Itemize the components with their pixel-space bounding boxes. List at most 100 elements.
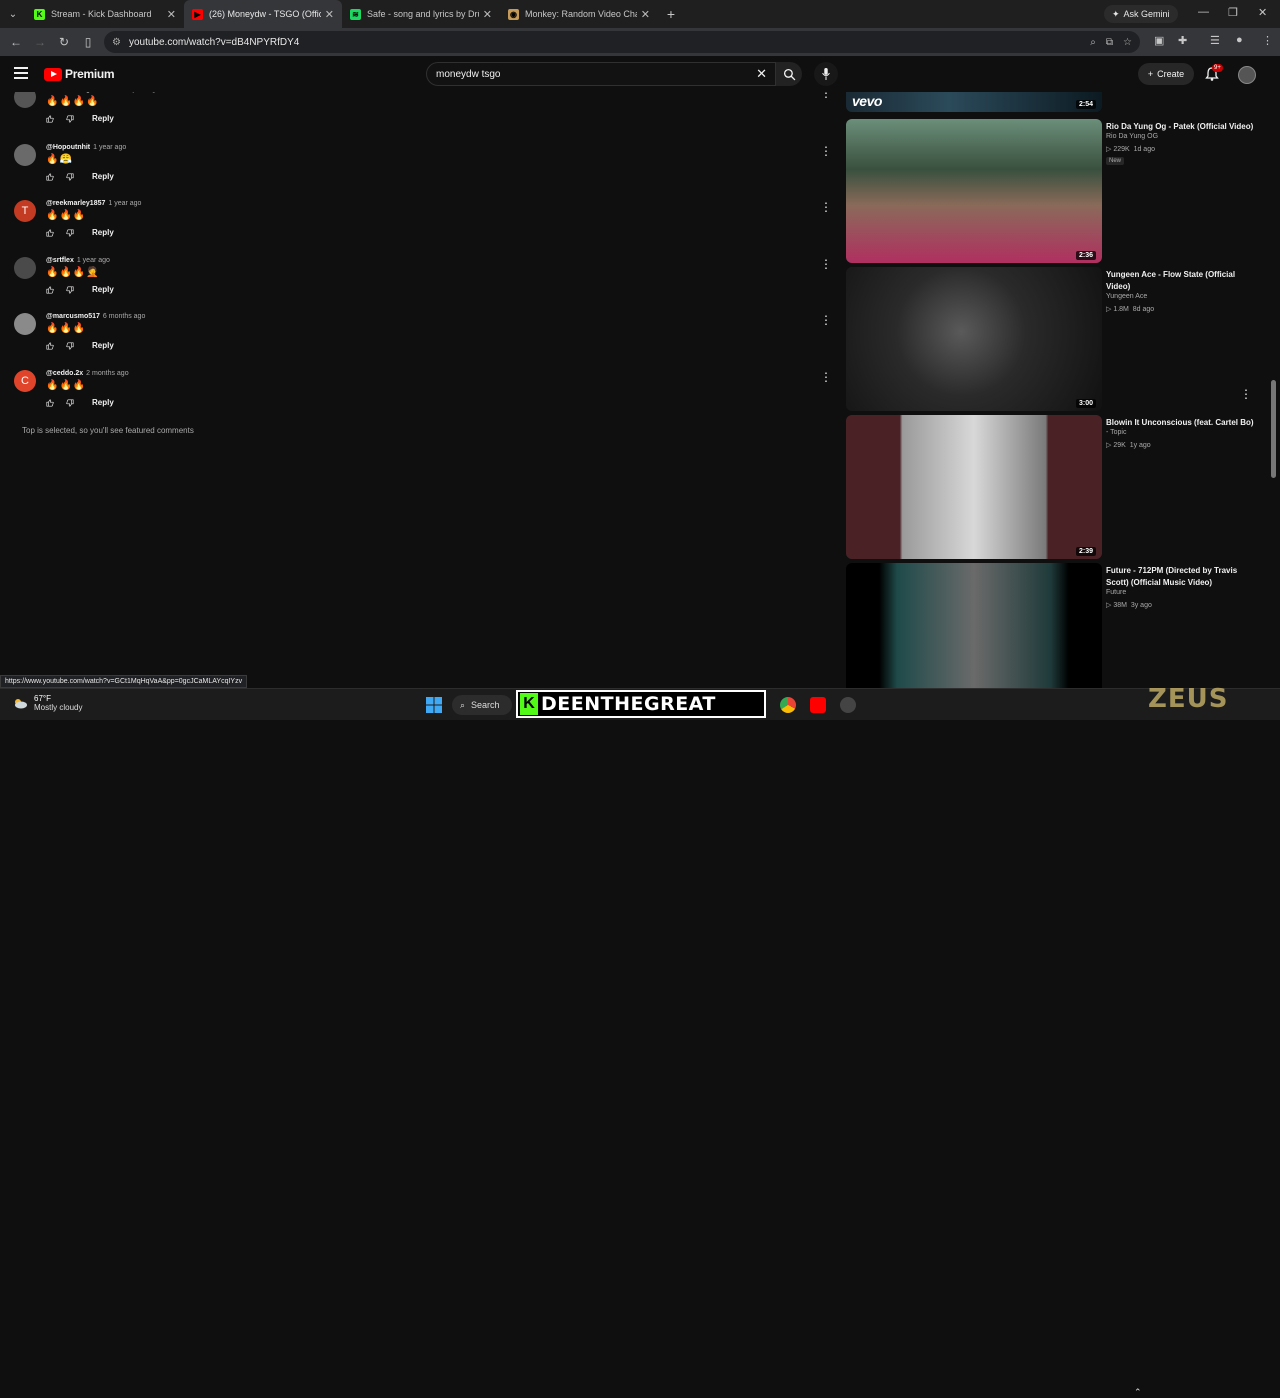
scrollbar-thumb[interactable] [1271,380,1276,478]
channel-name[interactable]: Future [1106,589,1126,596]
commenter-handle[interactable]: @srtflex [46,257,74,264]
close-tab-icon[interactable]: ✕ [641,8,650,21]
app-icon[interactable] [840,697,856,713]
youtube-app-icon[interactable] [810,697,826,713]
bookmark-star-icon[interactable]: ☆ [1123,37,1132,48]
comment-time[interactable]: 1 year ago [77,257,110,264]
related-video-item[interactable]: 2:39 Blowin It Unconscious (feat. Cartel … [846,415,1266,559]
comment-more-icon[interactable]: ⋮ [820,370,832,384]
extensions-puzzle-icon[interactable]: ✚ [1178,34,1187,47]
commenter-handle[interactable]: @marcusmo517 [46,313,100,320]
like-icon[interactable] [46,172,54,181]
page-scrollbar[interactable] [1270,60,1276,686]
video-thumbnail[interactable]: 2:39 [846,415,1102,559]
media-control-icon[interactable]: ☰ [1210,34,1220,47]
clear-search-icon[interactable]: ✕ [756,66,767,82]
create-button[interactable]: + Create [1138,63,1194,85]
commenter-avatar[interactable] [14,144,36,166]
like-icon[interactable] [46,398,54,407]
minimize-icon[interactable]: — [1198,6,1209,18]
channel-name[interactable]: Rio Da Yung OG [1106,133,1158,140]
close-tab-icon[interactable]: ✕ [483,8,492,21]
site-info-icon[interactable]: ⚙ [112,37,121,48]
commenter-handle[interactable]: @networkingthestreets [46,92,124,93]
restore-icon[interactable]: ❐ [1228,6,1238,19]
close-window-icon[interactable]: ✕ [1258,6,1267,19]
chrome-menu-icon[interactable]: ⋮ [1262,34,1273,47]
commenter-handle[interactable]: @ceddo.2x [46,370,83,377]
search-input[interactable]: moneydw tsgo ✕ [426,62,776,86]
reply-button[interactable]: Reply [92,114,114,123]
comment-more-icon[interactable]: ⋮ [820,200,832,214]
reply-button[interactable]: Reply [92,228,114,237]
video-more-icon[interactable]: ⋮ [1240,387,1252,401]
forward-icon[interactable]: → [28,35,52,49]
new-tab-button[interactable]: + [658,6,684,22]
browser-tab[interactable]: ◉ Monkey: Random Video Chat ✕ [500,0,658,28]
like-icon[interactable] [46,114,54,123]
reply-button[interactable]: Reply [92,172,114,181]
guide-menu-icon[interactable] [14,67,28,79]
video-title[interactable]: Blowin It Unconscious (feat. Cartel Bo) [1106,417,1258,429]
split-view-icon[interactable]: ▯ [76,35,100,49]
channel-name[interactable]: Yungeen Ace [1106,293,1147,300]
dislike-icon[interactable] [66,398,74,407]
close-tab-icon[interactable]: ✕ [325,8,334,21]
commenter-avatar[interactable] [14,92,36,108]
browser-tab[interactable]: ▶ (26) Moneydw - TSGO (Official ✕ [184,0,342,28]
comment-time[interactable]: 1 year ago [93,144,126,151]
related-video-item[interactable]: 2:36 Rio Da Yung Og - Patek (Official Vid… [846,119,1266,263]
like-icon[interactable] [46,228,54,237]
video-thumbnail[interactable] [846,563,1102,688]
video-thumbnail[interactable]: 3:00 [846,267,1102,411]
install-app-icon[interactable]: ⧉ [1106,37,1113,48]
account-avatar[interactable] [1238,66,1256,84]
related-video-item[interactable]: 3:00 Yungeen Ace - Flow State (Official V… [846,267,1266,411]
dislike-icon[interactable] [66,285,74,294]
dislike-icon[interactable] [66,172,74,181]
vevo-thumbnail[interactable]: vevo 2:54 [846,92,1102,112]
profile-icon[interactable]: ● [1236,34,1243,46]
address-bar[interactable]: ⚙ youtube.com/watch?v=dB4NPYRfDY4 ⌕ ⧉ ☆ [104,31,1140,53]
commenter-handle[interactable]: @reekmarley1857 [46,200,105,207]
dislike-icon[interactable] [66,341,74,350]
comment-time[interactable]: 6 months ago [103,313,145,320]
video-title[interactable]: Future - 712PM (Directed by Travis Scott… [1106,565,1258,589]
commenter-handle[interactable]: @Hopoutnhit [46,144,90,151]
reply-button[interactable]: Reply [92,285,114,294]
tray-overflow-icon[interactable]: ⌃ [1134,1387,1142,1398]
comment-more-icon[interactable]: ⋮ [820,92,832,100]
comment-more-icon[interactable]: ⋮ [820,144,832,158]
channel-name[interactable]: - Topic [1106,429,1127,436]
weather-widget[interactable]: 67°F Mostly cloudy [12,694,82,712]
search-button[interactable] [776,62,802,86]
dislike-icon[interactable] [66,114,74,123]
youtube-logo[interactable]: Premium [44,67,115,81]
reply-button[interactable]: Reply [92,341,114,350]
related-video-item[interactable]: Future - 712PM (Directed by Travis Scott… [846,563,1266,688]
commenter-avatar[interactable] [14,257,36,279]
comment-more-icon[interactable]: ⋮ [820,257,832,271]
chrome-app-icon[interactable] [780,697,796,713]
commenter-avatar[interactable]: C [14,370,36,392]
reply-button[interactable]: Reply [92,398,114,407]
back-icon[interactable]: ← [4,35,28,49]
extension-icon[interactable]: ▣ [1154,34,1164,47]
commenter-avatar[interactable] [14,313,36,335]
commenter-avatar[interactable]: T [14,200,36,222]
voice-search-button[interactable] [814,62,838,86]
comment-time[interactable]: 1 year ago [127,92,160,93]
browser-tab[interactable]: K Stream - Kick Dashboard ✕ [26,0,184,28]
tab-search-button[interactable]: ⌄ [0,0,26,28]
browser-tab[interactable]: ≋ Safe - song and lyrics by Drū Ch ✕ [342,0,500,28]
windows-start-icon[interactable] [426,697,442,713]
comment-more-icon[interactable]: ⋮ [820,313,832,327]
zoom-icon[interactable]: ⌕ [1090,37,1096,48]
like-icon[interactable] [46,341,54,350]
video-title[interactable]: Rio Da Yung Og - Patek (Official Video) [1106,121,1258,133]
comment-time[interactable]: 2 months ago [86,370,128,377]
comment-time[interactable]: 1 year ago [108,200,141,207]
like-icon[interactable] [46,285,54,294]
close-tab-icon[interactable]: ✕ [167,8,176,21]
taskbar-search[interactable]: ⌕ Search [452,695,512,715]
